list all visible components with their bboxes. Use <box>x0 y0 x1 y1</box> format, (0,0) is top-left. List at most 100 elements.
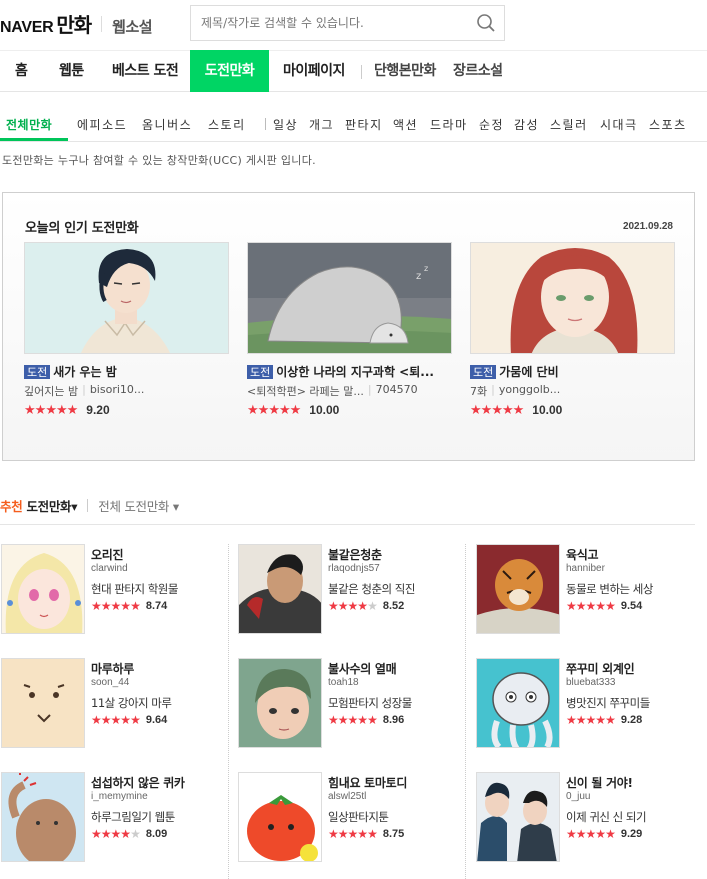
comic-title[interactable]: 불같은청춘 <box>328 546 382 563</box>
nav-challenge-comic[interactable]: 도전만화 <box>190 50 269 92</box>
comic-list-item[interactable]: 섭섭하지 않은 퀴카 i_memymine 하루그림일기 웹툰 ★★★★★ 8.0… <box>1 772 216 862</box>
comic-thumbnail[interactable] <box>238 772 322 862</box>
comic-thumbnail[interactable] <box>238 544 322 634</box>
comic-author[interactable]: alswl25tl <box>328 791 366 802</box>
rating-stars: ★★★★★ <box>91 599 141 613</box>
comic-author[interactable]: hanniber <box>566 563 605 574</box>
star-icon: ★ <box>585 713 597 727</box>
comic-author[interactable]: bluebat333 <box>566 677 616 688</box>
comic-author[interactable]: soon_44 <box>91 677 129 688</box>
comic-list-item[interactable]: 오리진 clarwind 현대 판타지 학원물 ★★★★★ 8.74 <box>1 544 216 634</box>
star-icon: ★ <box>367 599 378 613</box>
genre-tab-drama[interactable]: 드라마 <box>430 116 468 133</box>
comic-title[interactable]: 불사수의 열매 <box>328 660 397 677</box>
star-icon: ★ <box>268 402 280 418</box>
nav-home[interactable]: 홈 <box>15 51 28 92</box>
nav-mypage[interactable]: 마이페이지 <box>283 51 345 92</box>
genre-tab-emotion[interactable]: 감성 <box>514 116 539 133</box>
popular-thumbnail[interactable] <box>470 242 675 354</box>
genre-tab-active-indicator <box>0 138 68 141</box>
genre-tab-story[interactable]: 스토리 <box>208 116 246 133</box>
nav-webtoon[interactable]: 웹툰 <box>59 51 84 92</box>
comic-author[interactable]: clarwind <box>91 563 128 574</box>
comic-thumbnail[interactable] <box>1 772 85 862</box>
star-icon: ★ <box>585 599 597 613</box>
comic-list-item[interactable]: 불사수의 열매 toah18 모험판타지 성장물 ★★★★★ 8.96 <box>238 658 453 748</box>
star-icon: ★ <box>480 402 493 418</box>
naver-comic-logo[interactable]: NAVER 만화 웹소설 <box>0 9 153 38</box>
search-icon[interactable] <box>476 13 496 33</box>
comic-description: 불같은 청춘의 직진 <box>328 582 415 596</box>
popular-author[interactable]: yonggolb... <box>499 383 560 398</box>
popular-author[interactable]: bisori10... <box>90 383 145 398</box>
genre-tab-historical[interactable]: 시대극 <box>600 116 638 133</box>
genre-tab-fantasy[interactable]: 판타지 <box>345 116 383 133</box>
star-icon: ★ <box>45 402 57 418</box>
comic-title[interactable]: 육식고 <box>566 546 599 563</box>
comic-list-item[interactable]: 신이 될 거야! 0_juu 이제 귀신 신 되기 ★★★★★ 9.29 <box>476 772 691 862</box>
comic-title[interactable]: 오리진 <box>91 546 124 563</box>
comic-list-item[interactable]: 불같은청춘 rlaqodnjs57 불같은 청춘의 직진 ★★★★★ 8.52 <box>238 544 453 634</box>
comic-list-item[interactable]: 육식고 hanniber 동물로 변하는 세상 ★★★★★ 9.54 <box>476 544 691 634</box>
comic-list-item[interactable]: 힘내요 토마토디 alswl25tl 일상판타지툰 ★★★★★ 8.75 <box>238 772 453 862</box>
comic-title[interactable]: 섭섭하지 않은 퀴카 <box>91 774 185 791</box>
nav-best-challenge[interactable]: 베스트 도전 <box>112 51 179 92</box>
genre-tab-gag[interactable]: 개그 <box>309 116 334 133</box>
genre-tab-thriller[interactable]: 스릴러 <box>550 116 588 133</box>
genre-tab-romance[interactable]: 순정 <box>479 116 504 133</box>
popular-card-title[interactable]: 도전 새가 우는 밤 <box>24 363 229 379</box>
webnovel-link[interactable]: 웹소설 <box>112 16 152 37</box>
comic-thumbnail[interactable] <box>1 544 85 634</box>
popular-card-title[interactable]: 도전 가뭄에 단비 <box>470 363 675 379</box>
comic-title[interactable]: 신이 될 거야! <box>566 774 633 791</box>
comic-title[interactable]: 힘내요 토마토디 <box>328 774 407 791</box>
comic-thumbnail[interactable] <box>238 658 322 748</box>
comic-author[interactable]: toah18 <box>328 677 359 688</box>
popular-thumbnail[interactable] <box>24 242 229 354</box>
genre-tab-episode[interactable]: 에피소드 <box>77 116 127 133</box>
comic-author[interactable]: 0_juu <box>566 791 590 802</box>
comic-list-item[interactable]: 마루하루 soon_44 11살 강아지 마루 ★★★★★ 9.64 <box>1 658 216 748</box>
tab-all-challenge[interactable]: 전체 도전만화 ▾ <box>98 496 179 515</box>
comic-author[interactable]: i_memymine <box>91 791 148 802</box>
comic-rating: ★★★★★ 8.74 <box>91 599 167 613</box>
popular-card[interactable]: z z 도전 이상한 나라의 지구과학 <퇴... <퇴적학편> 라페는 말...… <box>247 242 452 419</box>
popular-rating: ★★★★★ 10.00 <box>247 401 452 419</box>
column-divider <box>465 544 466 879</box>
popular-card[interactable]: 도전 새가 우는 밤 깊어지는 밤 | bisori10... ★★★★★ 9.20 <box>24 242 229 419</box>
search-input[interactable] <box>191 6 461 40</box>
comic-thumbnail[interactable] <box>476 658 560 748</box>
star-icon: ★ <box>585 827 597 841</box>
recommend-highlight: 추천 <box>0 499 23 514</box>
star-icon: ★ <box>605 599 616 613</box>
genre-tab-daily[interactable]: 일상 <box>273 116 298 133</box>
genre-tab-sports[interactable]: 스포츠 <box>649 116 687 133</box>
nav-genre-novel[interactable]: 장르소설 <box>453 51 503 92</box>
genre-tab-all[interactable]: 전체만화 <box>6 116 52 133</box>
popular-thumbnail[interactable]: z z <box>247 242 452 354</box>
comic-thumbnail[interactable] <box>476 772 560 862</box>
genre-tab-action[interactable]: 액션 <box>393 116 418 133</box>
comic-list-item[interactable]: 쭈꾸미 외계인 bluebat333 병맛진지 쭈꾸미들 ★★★★★ 9.28 <box>476 658 691 748</box>
tab-recommended-challenge[interactable]: 추천 도전만화▾ <box>0 496 78 515</box>
comic-title[interactable]: 마루하루 <box>91 660 134 677</box>
star-icon: ★ <box>491 402 503 418</box>
comic-author[interactable]: rlaqodnjs57 <box>328 563 380 574</box>
comic-title[interactable]: 쭈꾸미 외계인 <box>566 660 635 677</box>
popular-author[interactable]: 704570 <box>376 383 418 398</box>
nav-book-comic[interactable]: 단행본만화 <box>374 51 436 92</box>
star-icon: ★ <box>347 599 359 613</box>
meta-divider: | <box>367 383 372 396</box>
popular-card[interactable]: 도전 가뭄에 단비 7화 | yonggolb... ★★★★★ 10.00 <box>470 242 675 419</box>
comic-thumbnail[interactable] <box>1 658 85 748</box>
popular-card-title[interactable]: 도전 이상한 나라의 지구과학 <퇴... <box>247 363 452 379</box>
rating-score: 8.52 <box>382 600 405 612</box>
star-icon: ★ <box>66 402 79 418</box>
genre-tab-omnibus[interactable]: 옴니버스 <box>142 116 192 133</box>
star-icon: ★ <box>328 827 339 841</box>
rating-score: 10.00 <box>309 403 340 417</box>
star-icon: ★ <box>120 713 131 727</box>
meta-divider: | <box>82 383 86 396</box>
popular-episode: 깊어지는 밤 <box>24 385 79 398</box>
comic-thumbnail[interactable] <box>476 544 560 634</box>
